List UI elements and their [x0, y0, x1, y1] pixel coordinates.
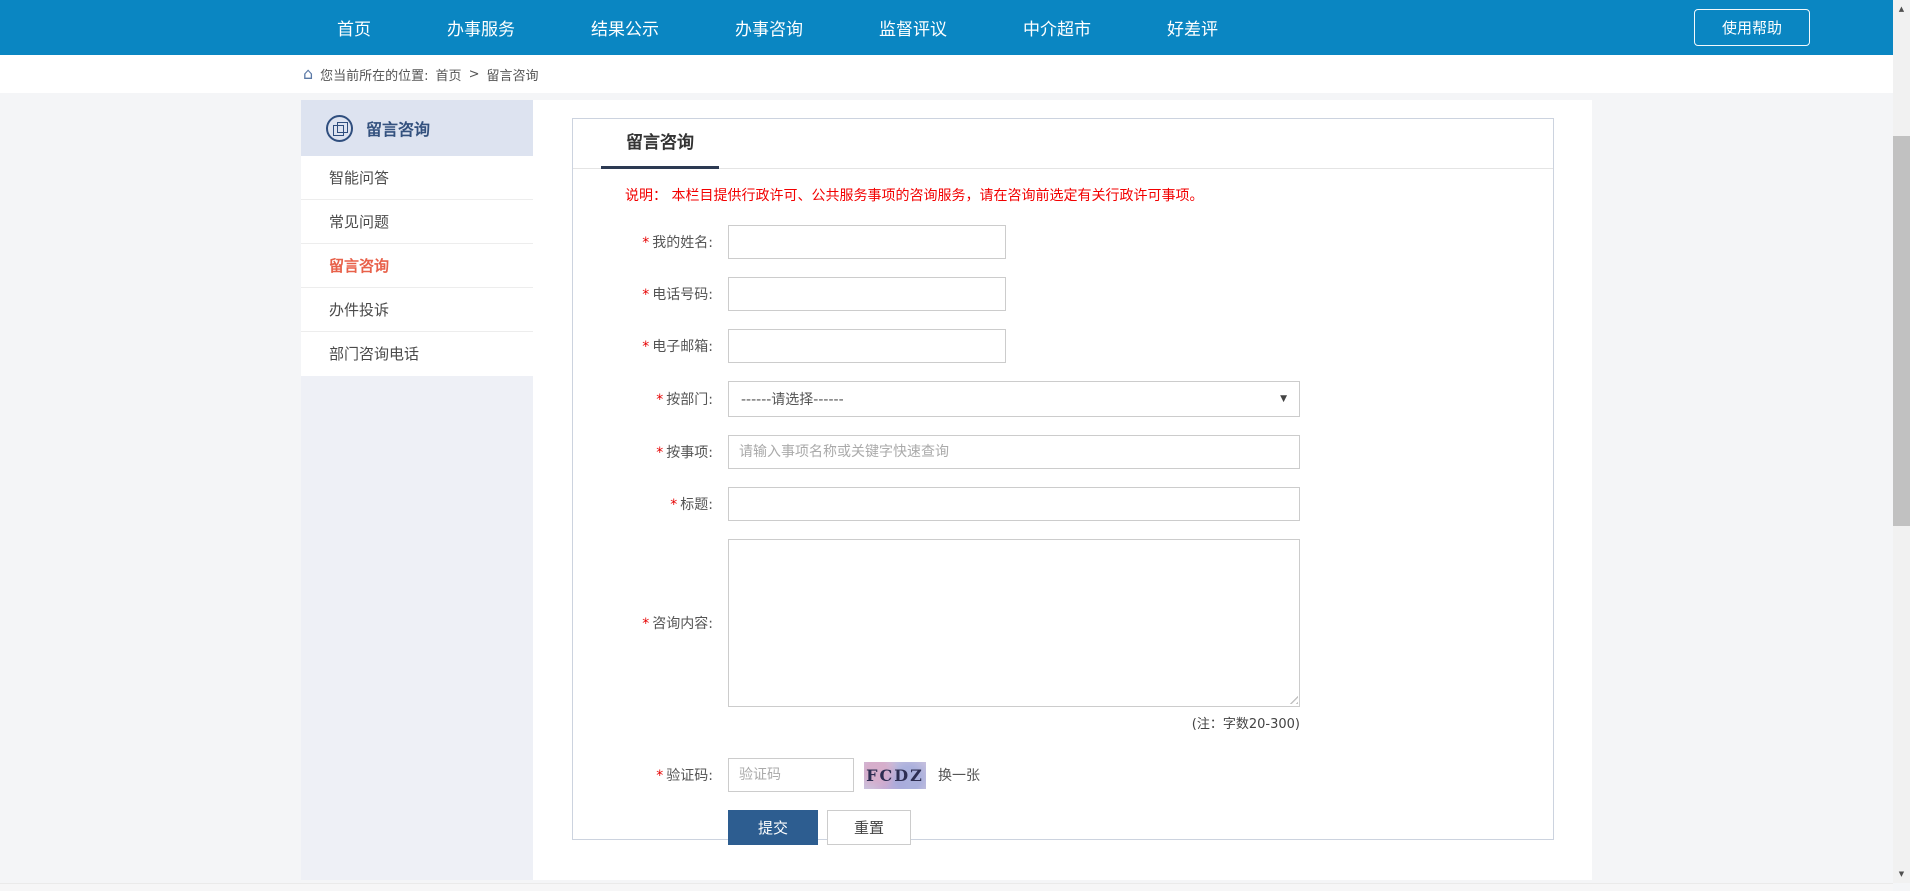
sidebar-menu: 智能问答 常见问题 留言咨询 办件投诉 部门咨询电话 — [301, 156, 533, 376]
title-input[interactable] — [728, 487, 1300, 521]
sidebar-item-complaint[interactable]: 办件投诉 — [301, 288, 533, 332]
form-row-name: *我的姓名: — [573, 225, 1553, 259]
nav-item-agency-market[interactable]: 中介超市 — [1023, 15, 1091, 40]
scroll-up-icon[interactable]: ▲ — [1893, 1, 1910, 17]
content-note: (注：字数20-300) — [728, 713, 1300, 732]
email-label: *电子邮箱: — [573, 336, 713, 356]
nav-item-results[interactable]: 结果公示 — [591, 15, 659, 40]
title-label: *标题: — [573, 494, 713, 514]
breadcrumb: ⌂ 您当前所在的位置: 首页 > 留言咨询 — [0, 55, 1910, 93]
submit-button[interactable]: 提交 — [728, 810, 818, 845]
department-select-value: ------请选择------ — [741, 389, 844, 409]
department-select[interactable]: ------请选择------ ▼ — [728, 381, 1300, 417]
department-label: *按部门: — [573, 389, 713, 409]
nav-item-home[interactable]: 首页 — [337, 15, 371, 40]
form-buttons: 提交 重置 — [728, 810, 1553, 845]
refresh-captcha-link[interactable]: 换一张 — [938, 765, 980, 785]
sidebar-item-smart-qa[interactable]: 智能问答 — [301, 156, 533, 200]
reset-button[interactable]: 重置 — [827, 810, 911, 845]
email-input[interactable] — [728, 329, 1006, 363]
home-icon: ⌂ — [303, 66, 313, 82]
main-content: 留言咨询 说明： 本栏目提供行政许可、公共服务事项的咨询服务，请在咨询前选定有关… — [533, 100, 1592, 880]
name-label: *我的姓名: — [573, 232, 713, 252]
tab-message-consult[interactable]: 留言咨询 — [601, 128, 719, 169]
form-row-department: *按部门: ------请选择------ ▼ — [573, 381, 1553, 417]
content-note-row: (注：字数20-300) — [573, 713, 1553, 732]
captcha-image[interactable]: FCDZ — [864, 762, 926, 789]
chevron-down-icon: ▼ — [1280, 394, 1287, 404]
content-area: 留言咨询 智能问答 常见问题 留言咨询 办件投诉 部门咨询电话 留言咨询 说明：… — [301, 100, 1592, 880]
help-button[interactable]: 使用帮助 — [1694, 9, 1810, 46]
nav-item-consult[interactable]: 办事咨询 — [735, 15, 803, 40]
consult-form: *我的姓名: *电话号码: *电子邮箱: *按部门: ------请选择----… — [573, 225, 1553, 845]
captcha-input[interactable] — [728, 758, 854, 792]
vertical-scrollbar-thumb[interactable] — [1893, 136, 1910, 526]
phone-input[interactable] — [728, 277, 1006, 311]
matter-input[interactable] — [728, 435, 1300, 469]
sidebar-title: 留言咨询 — [366, 116, 430, 140]
required-asterisk: * — [656, 445, 663, 461]
captcha-label: *验证码: — [573, 765, 713, 785]
sidebar-item-faq[interactable]: 常见问题 — [301, 200, 533, 244]
breadcrumb-label: 您当前所在的位置: — [320, 65, 428, 84]
required-asterisk: * — [656, 392, 663, 408]
message-consult-icon — [326, 115, 353, 142]
content-label: *咨询内容: — [573, 613, 713, 633]
matter-label: *按事项: — [573, 442, 713, 462]
scroll-down-icon[interactable]: ▼ — [1893, 866, 1910, 882]
breadcrumb-separator: > — [469, 67, 480, 82]
top-nav: 首页 办事服务 结果公示 办事咨询 监督评议 中介超市 好差评 使用帮助 — [0, 0, 1910, 55]
sidebar: 留言咨询 智能问答 常见问题 留言咨询 办件投诉 部门咨询电话 — [301, 100, 533, 880]
required-asterisk: * — [642, 235, 649, 251]
required-asterisk: * — [670, 497, 677, 513]
nav-item-supervision[interactable]: 监督评议 — [879, 15, 947, 40]
form-row-title: *标题: — [573, 487, 1553, 521]
breadcrumb-current: 留言咨询 — [486, 65, 538, 84]
required-asterisk: * — [656, 768, 663, 784]
sidebar-header: 留言咨询 — [301, 100, 533, 156]
form-row-content: *咨询内容: — [573, 539, 1553, 707]
sidebar-item-dept-phone[interactable]: 部门咨询电话 — [301, 332, 533, 376]
content-textarea[interactable] — [728, 539, 1300, 707]
form-row-phone: *电话号码: — [573, 277, 1553, 311]
horizontal-scrollbar[interactable] — [0, 883, 1893, 891]
nav-item-rating[interactable]: 好差评 — [1167, 15, 1218, 40]
form-row-captcha: *验证码: FCDZ 换一张 — [573, 758, 1553, 792]
content-textarea-wrap — [728, 539, 1300, 707]
name-input[interactable] — [728, 225, 1006, 259]
vertical-scrollbar[interactable]: ▲ ▼ — [1893, 0, 1910, 883]
panel-header: 留言咨询 — [573, 119, 1553, 169]
required-asterisk: * — [642, 339, 649, 355]
phone-label: *电话号码: — [573, 284, 713, 304]
required-asterisk: * — [642, 616, 649, 632]
consult-panel: 留言咨询 说明： 本栏目提供行政许可、公共服务事项的咨询服务，请在咨询前选定有关… — [572, 118, 1554, 840]
nav-item-services[interactable]: 办事服务 — [447, 15, 515, 40]
breadcrumb-home-link[interactable]: 首页 — [436, 65, 462, 84]
sidebar-item-message-consult[interactable]: 留言咨询 — [301, 244, 533, 288]
nav-menu: 首页 办事服务 结果公示 办事咨询 监督评议 中介超市 好差评 — [337, 15, 1218, 40]
form-row-matter: *按事项: — [573, 435, 1553, 469]
form-row-email: *电子邮箱: — [573, 329, 1553, 363]
required-asterisk: * — [642, 287, 649, 303]
panel-notice: 说明： 本栏目提供行政许可、公共服务事项的咨询服务，请在咨询前选定有关行政许可事… — [625, 185, 1553, 205]
